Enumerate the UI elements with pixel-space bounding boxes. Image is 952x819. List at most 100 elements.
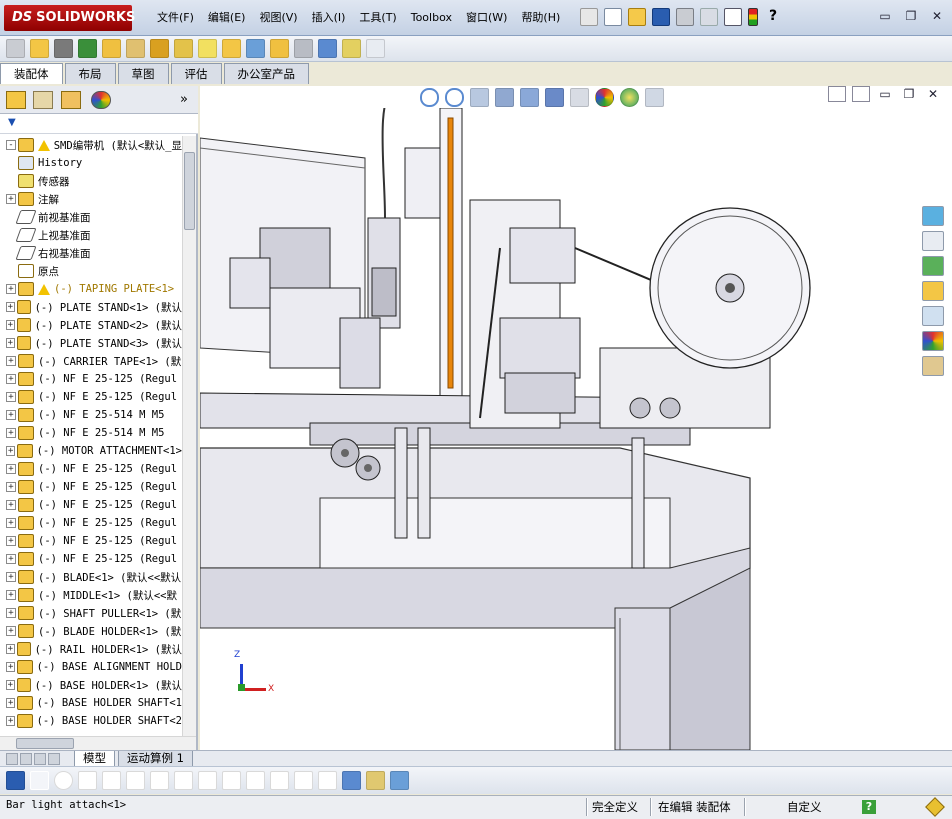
tree-item[interactable]: 前视基准面 (0, 208, 182, 226)
tree-vertical-scrollbar[interactable] (182, 136, 196, 736)
section-view-icon[interactable] (495, 87, 514, 107)
save-sketch-icon[interactable] (6, 771, 25, 790)
help-icon[interactable]: ? (764, 8, 782, 26)
expand-icon[interactable]: + (6, 410, 16, 420)
menu-item-4[interactable]: 工具(T) (352, 10, 403, 26)
hole-alignment-icon[interactable] (366, 39, 385, 58)
centerline-icon[interactable] (246, 771, 265, 790)
hide-show-items-icon[interactable] (570, 87, 589, 107)
menu-item-3[interactable]: 插入(I) (305, 10, 353, 26)
tree-item[interactable]: + (-) BASE HOLDER SHAFT<1 (0, 694, 182, 712)
explode-line-sketch-icon[interactable] (294, 39, 313, 58)
menu-item-2[interactable]: 视图(V) (252, 10, 304, 26)
view-orientation-icon[interactable] (520, 87, 539, 107)
move-component-icon[interactable] (102, 39, 121, 58)
expand-icon[interactable]: + (6, 284, 16, 294)
tree-item[interactable]: + (-) NF E 25-125 (Regul (0, 550, 182, 568)
tree-item[interactable]: + (-) PLATE STAND<1> (默认 (0, 298, 182, 316)
assembly-model-render[interactable] (200, 108, 920, 750)
help-status-icon[interactable]: ? (862, 800, 876, 814)
expand-icon[interactable]: + (6, 608, 16, 618)
expand-icon[interactable]: + (6, 716, 16, 726)
tree-item[interactable]: History (0, 154, 182, 172)
view-settings-icon[interactable] (645, 87, 664, 107)
solidworks-resources-icon[interactable] (922, 206, 944, 226)
menu-item-5[interactable]: Toolbox (404, 10, 459, 26)
reference-geometry-icon[interactable] (198, 39, 217, 58)
tab-prev-icon[interactable] (20, 753, 32, 765)
menu-item-1[interactable]: 编辑(E) (201, 10, 253, 26)
expand-icon[interactable]: + (6, 698, 16, 708)
smart-dimension-icon[interactable] (294, 771, 313, 790)
rotate-component-icon[interactable] (126, 39, 145, 58)
table-icon[interactable] (390, 771, 409, 790)
exploded-view-icon[interactable] (270, 39, 289, 58)
tangent-arc-icon[interactable] (174, 771, 193, 790)
tree-item[interactable]: 原点 (0, 262, 182, 280)
close-button[interactable]: ✕ (928, 8, 946, 24)
expand-icon[interactable]: + (6, 590, 16, 600)
tree-item[interactable]: + 注解 (0, 190, 182, 208)
tree-item[interactable]: + (-) NF E 25-125 (Regul (0, 388, 182, 406)
trim-icon[interactable] (126, 771, 145, 790)
panel-expand-icon[interactable]: » (180, 92, 188, 107)
point-icon[interactable] (102, 771, 121, 790)
expand-icon[interactable]: + (6, 464, 16, 474)
linear-pattern-icon[interactable] (54, 39, 73, 58)
tab-last-icon[interactable] (48, 753, 60, 765)
annotation-icon[interactable] (366, 771, 385, 790)
viewport-close-button[interactable]: ✕ (924, 86, 942, 102)
expand-icon[interactable]: + (6, 500, 16, 510)
tree-item[interactable]: + (-) NF E 25-514 M M5 (0, 406, 182, 424)
expand-icon[interactable]: + (6, 536, 16, 546)
tree-item[interactable]: + (-) NF E 25-125 (Regul (0, 532, 182, 550)
tab-motion-study[interactable]: 运动算例 1 (118, 751, 193, 767)
new-document-icon[interactable] (604, 8, 622, 26)
expand-icon[interactable]: + (6, 644, 15, 654)
corner-rectangle-icon[interactable] (222, 771, 241, 790)
expand-icon[interactable]: + (6, 446, 16, 456)
tree-item[interactable]: + (-) MIDDLE<1> (默认<<默 (0, 586, 182, 604)
menu-item-6[interactable]: 窗口(W) (459, 10, 514, 26)
tree-item[interactable]: + (-) CARRIER TAPE<1> (默 (0, 352, 182, 370)
viewport-minimize-button[interactable]: ▭ (876, 86, 894, 102)
expand-icon[interactable]: + (6, 320, 15, 330)
show-hidden-icon[interactable] (150, 39, 169, 58)
collapse-icon[interactable]: - (6, 140, 16, 150)
expand-icon[interactable]: + (6, 338, 15, 348)
tab-first-icon[interactable] (6, 753, 18, 765)
expand-icon[interactable]: + (6, 662, 16, 672)
undo-icon[interactable] (700, 8, 718, 26)
tree-item[interactable]: 传感器 (0, 172, 182, 190)
scrollbar-thumb[interactable] (184, 152, 195, 230)
tab-command-4[interactable]: 办公室产品 (223, 63, 309, 84)
expand-icon[interactable]: + (6, 572, 16, 582)
shaded-view-icon[interactable] (342, 771, 361, 790)
tab-model[interactable]: 模型 (74, 751, 115, 767)
insert-components-icon[interactable] (6, 39, 25, 58)
design-library-icon[interactable] (922, 256, 944, 276)
grid-icon[interactable] (270, 771, 289, 790)
expand-icon[interactable]: + (6, 680, 15, 690)
tree-item[interactable]: + (-) BASE ALIGNMENT HOLD (0, 658, 182, 676)
expand-icon[interactable]: + (6, 194, 16, 204)
custom-properties-icon[interactable] (922, 356, 944, 376)
tree-item[interactable]: + (-) NF E 25-125 (Regul (0, 460, 182, 478)
tree-item[interactable]: + (-) NF E 25-125 (Regul (0, 370, 182, 388)
tree-item[interactable]: + (-) NF E 25-125 (Regul (0, 478, 182, 496)
viewport-link-icon[interactable] (852, 86, 870, 102)
tree-item[interactable]: + (-) RAIL HOLDER<1> (默认 (0, 640, 182, 658)
menu-item-0[interactable]: 文件(F) (150, 10, 201, 26)
tree-item[interactable]: + (-) NF E 25-125 (Regul (0, 514, 182, 532)
tree-item[interactable]: + (-) PLATE STAND<2> (默认 (0, 316, 182, 334)
mate-icon[interactable] (30, 39, 49, 58)
view-palette-icon[interactable] (922, 306, 944, 326)
expand-icon[interactable]: + (6, 392, 16, 402)
feature-tree-tab-icon[interactable] (6, 91, 26, 109)
expand-icon[interactable]: + (6, 626, 16, 636)
smart-fasteners-icon[interactable] (78, 39, 97, 58)
restore-button[interactable]: ❐ (902, 8, 920, 24)
viewport-restore-button[interactable]: ❐ (900, 86, 918, 102)
open-folder-icon[interactable] (628, 8, 646, 26)
previous-view-icon[interactable] (470, 87, 489, 107)
